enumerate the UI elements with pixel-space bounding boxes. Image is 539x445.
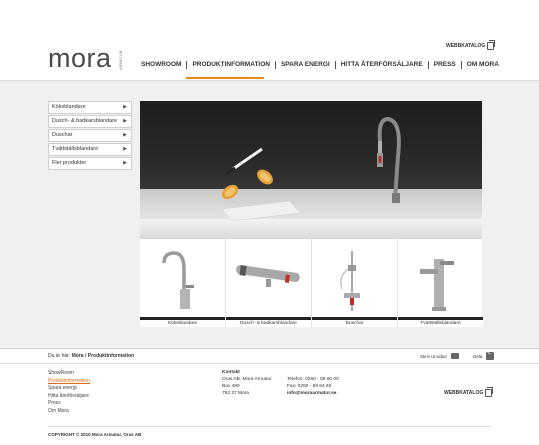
- contact-line: 792 27 Mora: [222, 391, 249, 396]
- share-icon[interactable]: [486, 350, 495, 360]
- print-label[interactable]: Skriv ut sidan: [420, 354, 447, 359]
- hero-kitchen-image: [140, 101, 482, 239]
- basin-mixer-image: [420, 259, 454, 311]
- product-thumbnails: Köksblandare Dusch- & badkarsblandare Du…: [140, 239, 483, 327]
- footer-divider: [48, 426, 491, 427]
- copyright: COPYRIGHT © 2010 Mora Armatur, Oras AB: [48, 432, 142, 437]
- arrow-right-icon: ▶: [123, 104, 127, 110]
- catalog-icon: [487, 40, 496, 50]
- contact-email[interactable]: info@moraarmatur.se: [287, 390, 339, 397]
- page-tools: Skriv ut sidan Dela: [420, 350, 495, 360]
- sidebar-item-label: Dusch- & badkarsblandare: [52, 118, 118, 124]
- sidebar-item-fler-produkter[interactable]: Fler produkter ▶: [48, 157, 132, 170]
- contact-line: Box 480: [222, 384, 240, 389]
- arrow-right-icon: ▶: [123, 146, 127, 152]
- arrow-right-icon: ▶: [123, 118, 127, 124]
- site-footer: ShowRoom Produktinformation Spara energi…: [0, 364, 539, 445]
- sidebar-item-dusch-badkarsblandare[interactable]: Dusch- & badkarsblandare ▶: [48, 115, 132, 128]
- nav-produktinformation[interactable]: PRODUKTINFORMATION: [187, 60, 275, 70]
- footer-link-showroom[interactable]: ShowRoom: [48, 370, 90, 378]
- site-header: mora ARMATUR WEBBKATALOG SHOWROOM PRODUK…: [0, 0, 539, 80]
- footer-link-om-mora[interactable]: Om Mora: [48, 408, 90, 416]
- thumb-duschar[interactable]: Duschar: [312, 239, 398, 327]
- sidebar-item-koksblandare[interactable]: Köksblandare ▶: [48, 101, 132, 114]
- breadcrumb-prefix: Du är här:: [48, 353, 71, 359]
- thermostat-mixer-image: [236, 265, 300, 287]
- thumb-label[interactable]: Duschar: [312, 317, 397, 327]
- arrow-right-icon: ▶: [123, 132, 127, 138]
- shower-set-image: [340, 251, 360, 311]
- webkatalog-label[interactable]: WEBBKATALOG: [446, 43, 485, 49]
- sidebar-item-label: Fler produkter: [52, 160, 87, 166]
- main-nav: SHOWROOM PRODUKTINFORMATION SPARA ENERGI…: [136, 60, 504, 70]
- thumb-label[interactable]: Tvättställsblandare: [398, 317, 483, 327]
- sidebar-item-label: Tvättställsblandare: [52, 146, 99, 152]
- sidebar-item-label: Köksblandare: [52, 104, 86, 110]
- footer-links: ShowRoom Produktinformation Spara energi…: [48, 370, 90, 415]
- share-label[interactable]: Dela: [473, 354, 482, 359]
- breadcrumb-path[interactable]: Mora / Produktinformation: [72, 353, 135, 359]
- contact-numbers: Telefon: 0250 - 59 60 00 Fax: 0250 - 59 …: [287, 376, 339, 397]
- contact-line: Oras AB, Mora Armatur: [222, 377, 272, 382]
- hero-illustration: [221, 116, 401, 222]
- kitchen-faucet-image: [162, 251, 194, 309]
- footer-link-produktinformation[interactable]: Produktinformation: [48, 378, 90, 386]
- webkatalog-link-bottom[interactable]: WEBBKATALOG: [444, 387, 494, 397]
- footer-link-spara-energi[interactable]: Spara energi: [48, 385, 90, 393]
- webkatalog-label[interactable]: WEBBKATALOG: [444, 390, 483, 396]
- footer-link-hitta-aterforsaljare[interactable]: Hitta återförsäljare: [48, 393, 90, 401]
- mora-logo[interactable]: mora: [48, 45, 112, 72]
- breadcrumb: Du är här: Mora / Produktinformation: [48, 353, 134, 359]
- thumb-label[interactable]: Dusch- & badkarsblandare: [226, 317, 311, 327]
- sidebar-item-tvattstallsblandare[interactable]: Tvättställsblandare ▶: [48, 143, 132, 156]
- thumb-tvattstallsblandare[interactable]: Tvättställsblandare: [398, 239, 483, 327]
- product-category-menu: Köksblandare ▶ Dusch- & badkarsblandare …: [48, 101, 132, 171]
- nav-press[interactable]: PRESS: [429, 60, 461, 70]
- sidebar-item-label: Duschar: [52, 132, 73, 138]
- active-nav-indicator: [186, 77, 264, 79]
- nav-hitta-aterforsaljare[interactable]: HITTA ÅTERFÖRSÄLJARE: [336, 60, 428, 70]
- contact-block: Kontakt Oras AB, Mora Armatur Box 480 79…: [222, 369, 272, 397]
- webkatalog-link-top[interactable]: WEBBKATALOG: [446, 40, 496, 50]
- contact-fax: Fax: 0250 - 59 64 60: [287, 384, 332, 389]
- thumb-dusch-badkarsblandare[interactable]: Dusch- & badkarsblandare: [226, 239, 312, 327]
- catalog-icon: [485, 387, 494, 397]
- logo-subtitle: ARMATUR: [118, 50, 123, 70]
- sidebar-item-duschar[interactable]: Duschar ▶: [48, 129, 132, 142]
- thumb-koksblandare[interactable]: Köksblandare: [140, 239, 226, 327]
- thumb-label[interactable]: Köksblandare: [140, 317, 225, 327]
- breadcrumb-bar: Du är här: Mora / Produktinformation Skr…: [0, 348, 539, 364]
- print-icon[interactable]: [451, 353, 460, 359]
- contact-phone: Telefon: 0250 - 59 60 00: [287, 377, 339, 382]
- arrow-right-icon: ▶: [123, 160, 127, 166]
- nav-om-mora[interactable]: OM MORA: [462, 60, 504, 70]
- nav-showroom[interactable]: SHOWROOM: [136, 60, 186, 70]
- contact-title: Kontakt: [222, 370, 240, 375]
- nav-spara-energi[interactable]: SPARA ENERGI: [276, 60, 335, 70]
- footer-link-press[interactable]: Press: [48, 400, 90, 408]
